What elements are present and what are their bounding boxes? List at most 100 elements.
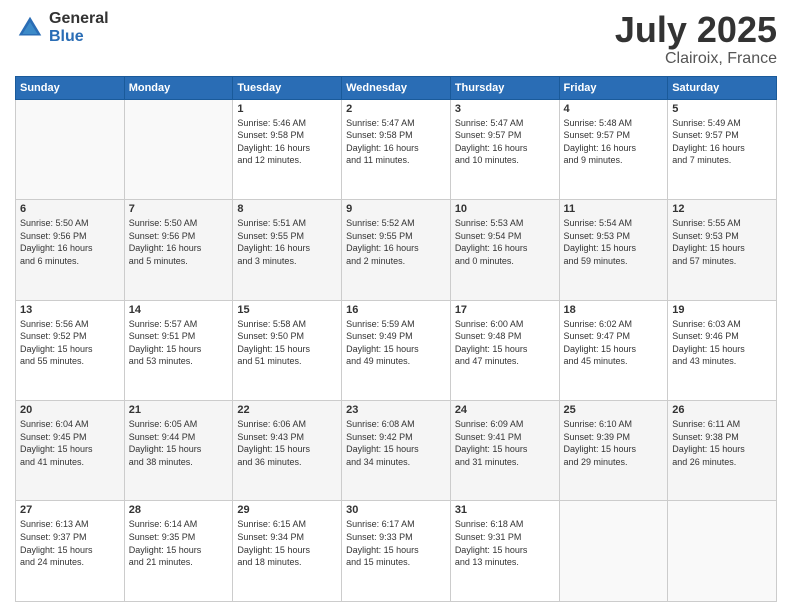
day-number: 2 [346, 103, 446, 115]
day-info: Sunrise: 5:56 AM Sunset: 9:52 PM Dayligh… [20, 318, 120, 368]
calendar-cell: 25Sunrise: 6:10 AM Sunset: 9:39 PM Dayli… [559, 401, 668, 501]
day-info: Sunrise: 6:17 AM Sunset: 9:33 PM Dayligh… [346, 518, 446, 568]
col-tuesday: Tuesday [233, 76, 342, 99]
calendar-subtitle: Clairoix, France [615, 50, 777, 68]
calendar-cell: 14 Sunrise: 5:57 AM Sunset: 9:51 PM Dayli… [124, 300, 233, 400]
day-info: Sunrise: 5:52 AM Sunset: 9:55 PM Dayligh… [346, 217, 446, 267]
day-info: Sunrise: 5:48 AM Sunset: 9:57 PM Dayligh… [564, 117, 664, 167]
calendar-table: Sunday Monday Tuesday Wednesday Thursday… [15, 76, 777, 602]
day-number: 7 [129, 203, 229, 215]
day-info: Sunrise: 5:59 AM Sunset: 9:49 PM Dayligh… [346, 318, 446, 368]
calendar-cell: 22Sunrise: 6:06 AM Sunset: 9:43 PM Dayli… [233, 401, 342, 501]
logo-icon [15, 13, 45, 43]
day-info: Sunrise: 5:46 AM Sunset: 9:58 PM Dayligh… [237, 117, 337, 167]
calendar-cell: 9 Sunrise: 5:52 AM Sunset: 9:55 PM Daylig… [342, 200, 451, 300]
logo: General Blue [15, 10, 109, 45]
col-wednesday: Wednesday [342, 76, 451, 99]
calendar-cell: 31 Sunrise: 6:18 AM Sunset: 9:31 PM Dayli… [450, 501, 559, 602]
calendar-cell: 20Sunrise: 6:04 AM Sunset: 9:45 PM Dayli… [16, 401, 125, 501]
day-info: Sunrise: 6:05 AM Sunset: 9:44 PM Dayligh… [129, 418, 229, 468]
logo-general: General [49, 10, 109, 28]
day-number: 24 [455, 404, 555, 416]
day-info: Sunrise: 5:50 AM Sunset: 9:56 PM Dayligh… [20, 217, 120, 267]
day-number: 11 [564, 203, 664, 215]
day-info: Sunrise: 5:47 AM Sunset: 9:57 PM Dayligh… [455, 117, 555, 167]
calendar-cell: 7Sunrise: 5:50 AM Sunset: 9:56 PM Daylig… [124, 200, 233, 300]
col-friday: Friday [559, 76, 668, 99]
page: General Blue July 2025 Clairoix, France … [0, 0, 792, 612]
day-info: Sunrise: 5:51 AM Sunset: 9:55 PM Dayligh… [237, 217, 337, 267]
calendar-week-4: 20Sunrise: 6:04 AM Sunset: 9:45 PM Dayli… [16, 401, 777, 501]
calendar-week-5: 27 Sunrise: 6:13 AM Sunset: 9:37 PM Dayli… [16, 501, 777, 602]
calendar-cell: 23Sunrise: 6:08 AM Sunset: 9:42 PM Dayli… [342, 401, 451, 501]
day-number: 21 [129, 404, 229, 416]
calendar-cell [124, 99, 233, 199]
calendar-cell: 6 Sunrise: 5:50 AM Sunset: 9:56 PM Daylig… [16, 200, 125, 300]
day-number: 26 [672, 404, 772, 416]
day-info: Sunrise: 5:53 AM Sunset: 9:54 PM Dayligh… [455, 217, 555, 267]
day-number: 29 [237, 504, 337, 516]
calendar-cell: 18 Sunrise: 6:02 AM Sunset: 9:47 PM Dayli… [559, 300, 668, 400]
calendar-cell: 2Sunrise: 5:47 AM Sunset: 9:58 PM Daylig… [342, 99, 451, 199]
calendar-cell: 26 Sunrise: 6:11 AM Sunset: 9:38 PM Dayli… [668, 401, 777, 501]
day-number: 12 [672, 203, 772, 215]
calendar-cell: 8Sunrise: 5:51 AM Sunset: 9:55 PM Daylig… [233, 200, 342, 300]
day-info: Sunrise: 6:00 AM Sunset: 9:48 PM Dayligh… [455, 318, 555, 368]
day-number: 19 [672, 304, 772, 316]
day-number: 20 [20, 404, 120, 416]
day-info: Sunrise: 5:55 AM Sunset: 9:53 PM Dayligh… [672, 217, 772, 267]
day-number: 6 [20, 203, 120, 215]
calendar-week-3: 13 Sunrise: 5:56 AM Sunset: 9:52 PM Dayli… [16, 300, 777, 400]
calendar-cell: 19 Sunrise: 6:03 AM Sunset: 9:46 PM Dayli… [668, 300, 777, 400]
day-number: 16 [346, 304, 446, 316]
day-number: 14 [129, 304, 229, 316]
logo-blue: Blue [49, 28, 109, 46]
day-number: 15 [237, 304, 337, 316]
calendar-cell: 4Sunrise: 5:48 AM Sunset: 9:57 PM Daylig… [559, 99, 668, 199]
calendar-cell [559, 501, 668, 602]
calendar-week-2: 6 Sunrise: 5:50 AM Sunset: 9:56 PM Daylig… [16, 200, 777, 300]
calendar-cell [668, 501, 777, 602]
day-number: 31 [455, 504, 555, 516]
day-info: Sunrise: 5:54 AM Sunset: 9:53 PM Dayligh… [564, 217, 664, 267]
calendar-title: July 2025 [615, 10, 777, 50]
day-number: 18 [564, 304, 664, 316]
day-info: Sunrise: 6:15 AM Sunset: 9:34 PM Dayligh… [237, 518, 337, 568]
day-info: Sunrise: 6:02 AM Sunset: 9:47 PM Dayligh… [564, 318, 664, 368]
day-info: Sunrise: 5:49 AM Sunset: 9:57 PM Dayligh… [672, 117, 772, 167]
day-info: Sunrise: 6:09 AM Sunset: 9:41 PM Dayligh… [455, 418, 555, 468]
day-info: Sunrise: 5:58 AM Sunset: 9:50 PM Dayligh… [237, 318, 337, 368]
day-info: Sunrise: 6:18 AM Sunset: 9:31 PM Dayligh… [455, 518, 555, 568]
calendar-cell: 13 Sunrise: 5:56 AM Sunset: 9:52 PM Dayli… [16, 300, 125, 400]
calendar-cell: 29 Sunrise: 6:15 AM Sunset: 9:34 PM Dayli… [233, 501, 342, 602]
calendar-cell: 10 Sunrise: 5:53 AM Sunset: 9:54 PM Dayli… [450, 200, 559, 300]
day-number: 13 [20, 304, 120, 316]
calendar-cell: 21 Sunrise: 6:05 AM Sunset: 9:44 PM Dayli… [124, 401, 233, 501]
calendar-cell: 15 Sunrise: 5:58 AM Sunset: 9:50 PM Dayli… [233, 300, 342, 400]
day-info: Sunrise: 5:57 AM Sunset: 9:51 PM Dayligh… [129, 318, 229, 368]
day-number: 30 [346, 504, 446, 516]
calendar-cell: 12 Sunrise: 5:55 AM Sunset: 9:53 PM Dayli… [668, 200, 777, 300]
day-info: Sunrise: 6:03 AM Sunset: 9:46 PM Dayligh… [672, 318, 772, 368]
header-row: Sunday Monday Tuesday Wednesday Thursday… [16, 76, 777, 99]
calendar-cell [16, 99, 125, 199]
day-info: Sunrise: 6:13 AM Sunset: 9:37 PM Dayligh… [20, 518, 120, 568]
day-number: 28 [129, 504, 229, 516]
calendar-cell: 27 Sunrise: 6:13 AM Sunset: 9:37 PM Dayli… [16, 501, 125, 602]
day-info: Sunrise: 6:08 AM Sunset: 9:42 PM Dayligh… [346, 418, 446, 468]
calendar-week-1: 1 Sunrise: 5:46 AM Sunset: 9:58 PM Daylig… [16, 99, 777, 199]
day-number: 9 [346, 203, 446, 215]
day-number: 10 [455, 203, 555, 215]
col-monday: Monday [124, 76, 233, 99]
day-number: 3 [455, 103, 555, 115]
col-thursday: Thursday [450, 76, 559, 99]
day-info: Sunrise: 6:14 AM Sunset: 9:35 PM Dayligh… [129, 518, 229, 568]
day-info: Sunrise: 6:10 AM Sunset: 9:39 PM Dayligh… [564, 418, 664, 468]
calendar-cell: 11 Sunrise: 5:54 AM Sunset: 9:53 PM Dayli… [559, 200, 668, 300]
title-block: July 2025 Clairoix, France [615, 10, 777, 68]
header: General Blue July 2025 Clairoix, France [15, 10, 777, 68]
day-number: 1 [237, 103, 337, 115]
calendar-cell: 1 Sunrise: 5:46 AM Sunset: 9:58 PM Daylig… [233, 99, 342, 199]
day-number: 27 [20, 504, 120, 516]
day-info: Sunrise: 6:11 AM Sunset: 9:38 PM Dayligh… [672, 418, 772, 468]
